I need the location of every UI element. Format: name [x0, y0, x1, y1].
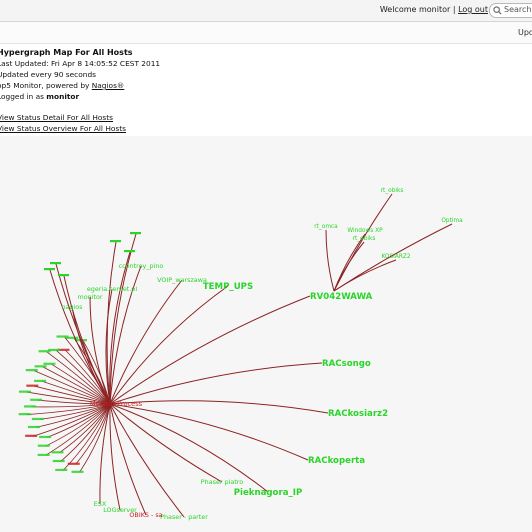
host-node-minor[interactable]: [43, 362, 56, 365]
update-interval: Updated every 90 seconds: [0, 70, 96, 79]
host-node-minor[interactable]: [31, 417, 44, 421]
logged-prefix: Logged in as: [0, 92, 47, 101]
host-node-minor[interactable]: [58, 274, 69, 277]
logged-user: monitor: [46, 92, 80, 101]
host-node-minor[interactable]: [26, 384, 39, 387]
status-links: View Status Detail For All Hosts View St…: [0, 112, 126, 134]
host-label[interactable]: RACkoperta: [308, 456, 365, 466]
host-label[interactable]: ccontroy_pino: [119, 262, 164, 270]
host-label[interactable]: RACkosiarz2: [328, 409, 388, 419]
status-detail-link[interactable]: View Status Detail For All Hosts: [0, 112, 126, 123]
info-box: Hypergraph Map For All Hosts Last Update…: [0, 47, 160, 102]
host-node-minor[interactable]: [30, 398, 43, 401]
host-label[interactable]: Phaser piatro: [201, 478, 243, 486]
host-node-minor[interactable]: [38, 350, 51, 353]
host-label[interactable]: egeria.cemet.pl: [87, 285, 137, 293]
host-label[interactable]: ESX: [94, 500, 107, 508]
host-node-minor[interactable]: [25, 434, 38, 437]
host-edge: [109, 362, 323, 405]
host-node-minor[interactable]: [18, 390, 31, 393]
host-edge: [109, 403, 147, 516]
child-host-label[interactable]: rt_obiks: [353, 236, 376, 242]
host-node-minor[interactable]: [18, 413, 31, 416]
host-edge: [109, 400, 329, 414]
host-edge: [109, 403, 185, 518]
search-placeholder: Search: [504, 5, 532, 14]
host-node-minor[interactable]: [27, 425, 40, 429]
last-updated: Last Updated: Fri Apr 8 14:05:52 CEST 20…: [0, 59, 161, 68]
host-node-minor[interactable]: [37, 444, 50, 447]
host-edge-minor: [46, 351, 111, 405]
host-label[interactable]: RACsongo: [322, 359, 371, 369]
child-host-label[interactable]: rt_obiks: [381, 188, 404, 194]
welcome-text: Welcome monitor: [379, 5, 451, 14]
host-node-minor[interactable]: [56, 335, 69, 338]
host-edge-minor: [106, 241, 117, 405]
child-edge: [325, 229, 335, 292]
root-node-label[interactable]: Monitor Process: [90, 400, 143, 408]
hypergraph-canvas[interactable]: rt_obiksrt_omcaWindows XPrt_obiksKOSIARZ…: [0, 136, 532, 532]
host-node-minor[interactable]: [24, 405, 37, 408]
host-node-minor[interactable]: [50, 262, 61, 265]
status-overview-link[interactable]: View Status Overview For All Hosts: [0, 123, 126, 134]
host-edge: [99, 403, 111, 505]
logged-in: Logged in as monitor: [0, 91, 160, 102]
powered-by: op5 Monitor, powered by Nagios®: [0, 80, 160, 91]
logout-link[interactable]: Log out: [458, 5, 488, 14]
toolbar: Update: [0, 22, 532, 44]
search-icon: [493, 6, 502, 15]
host-node-minor[interactable]: [71, 470, 84, 473]
host-edge-minor: [55, 350, 111, 405]
host-label[interactable]: VOIP_warszawa: [157, 276, 207, 284]
update-button[interactable]: Update: [518, 28, 532, 37]
host-label[interactable]: nagios: [61, 303, 83, 311]
host-node-minor[interactable]: [25, 369, 38, 372]
nagios-link[interactable]: Nagios®: [92, 81, 125, 90]
welcome-area: Welcome monitor | Log out: [380, 5, 488, 14]
host-node-minor[interactable]: [34, 379, 47, 382]
host-label[interactable]: RV042WAWA: [310, 292, 373, 302]
child-host-label[interactable]: Optima: [441, 218, 463, 224]
host-label[interactable]: Phaser - parter: [160, 513, 208, 521]
host-node-minor[interactable]: [51, 451, 64, 454]
powered-prefix: op5 Monitor, powered by: [0, 81, 92, 90]
host-node-minor[interactable]: [44, 268, 55, 271]
child-edge: [333, 259, 397, 292]
child-host-label[interactable]: rt_omca: [314, 224, 338, 230]
host-edge-minor: [109, 233, 137, 405]
host-node-minor[interactable]: [39, 435, 52, 439]
host-node-minor[interactable]: [67, 462, 80, 465]
page-title: Hypergraph Map For All Hosts: [0, 48, 133, 57]
host-node-minor[interactable]: [130, 232, 141, 235]
top-bar: Welcome monitor | Log out Search: [0, 0, 532, 22]
host-label[interactable]: TEMP_UPS: [203, 282, 253, 292]
host-label[interactable]: LOGserver: [103, 506, 137, 514]
host-label[interactable]: Pieknagora_IP: [234, 488, 303, 498]
host-edge: [109, 295, 311, 405]
host-edge: [109, 403, 223, 483]
host-node-minor[interactable]: [37, 453, 50, 456]
host-node-minor[interactable]: [124, 250, 135, 253]
search-input[interactable]: Search: [489, 3, 532, 18]
separator: |: [452, 5, 456, 14]
host-label[interactable]: monitor: [77, 293, 102, 301]
child-host-label[interactable]: Windows XP: [347, 228, 383, 234]
host-node-minor[interactable]: [55, 468, 68, 472]
child-edge: [333, 241, 365, 292]
host-node-minor[interactable]: [34, 365, 47, 368]
hypergraph-map[interactable]: rt_obiks rt_omca Windows XP rt_obiks KOSIARZ…: [0, 136, 532, 532]
host-node-minor[interactable]: [110, 240, 121, 243]
host-node-minor[interactable]: [52, 459, 65, 463]
host-edge: [109, 403, 269, 493]
